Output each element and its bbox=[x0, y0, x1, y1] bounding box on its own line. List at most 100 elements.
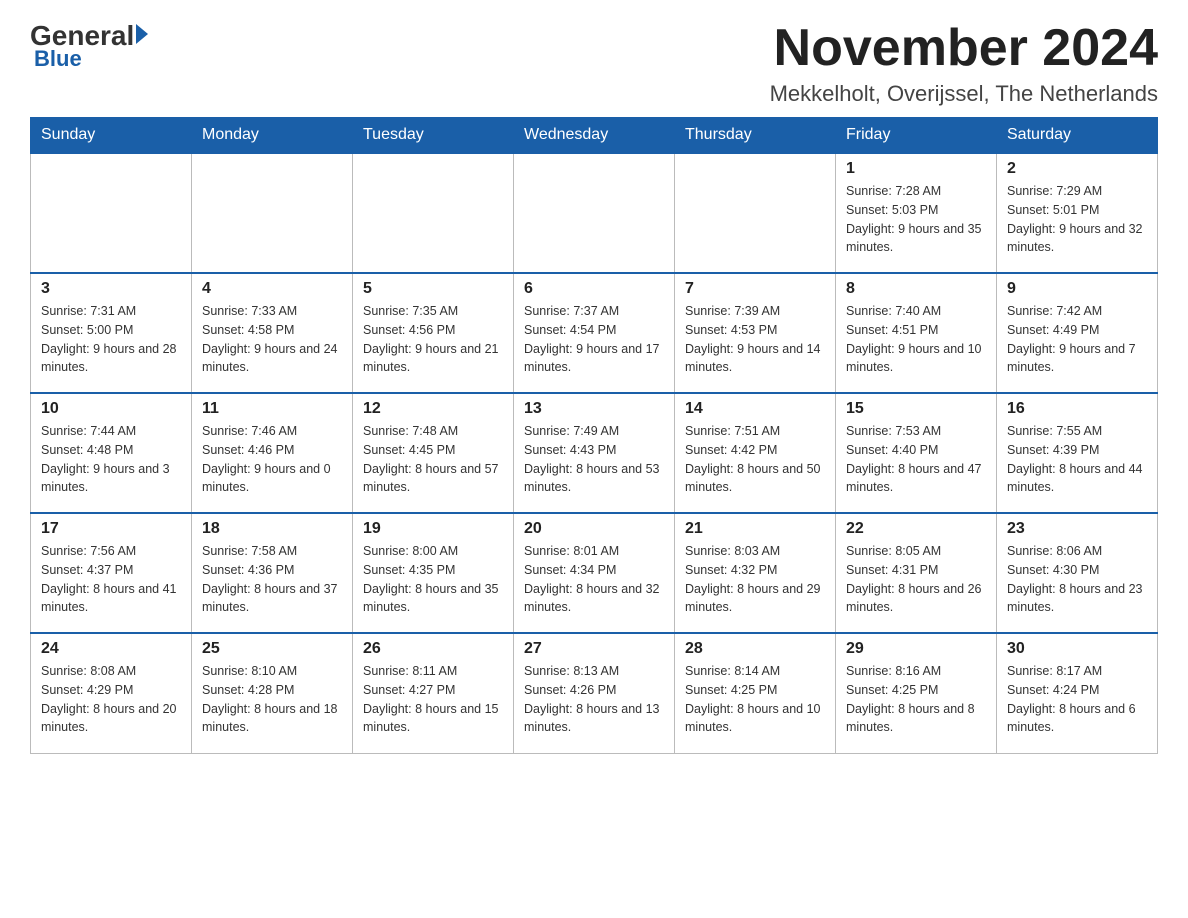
day-number: 1 bbox=[846, 160, 986, 178]
day-number: 7 bbox=[685, 280, 825, 298]
day-info: Sunrise: 8:10 AMSunset: 4:28 PMDaylight:… bbox=[202, 662, 342, 737]
calendar-cell: 15Sunrise: 7:53 AMSunset: 4:40 PMDayligh… bbox=[836, 393, 997, 513]
day-info: Sunrise: 7:49 AMSunset: 4:43 PMDaylight:… bbox=[524, 422, 664, 497]
day-info: Sunrise: 8:05 AMSunset: 4:31 PMDaylight:… bbox=[846, 542, 986, 617]
day-number: 10 bbox=[41, 400, 181, 418]
day-number: 8 bbox=[846, 280, 986, 298]
day-number: 25 bbox=[202, 640, 342, 658]
calendar-cell: 23 Sunrise: 8:06 AMSunset: 4:30 PMDayligh… bbox=[997, 513, 1158, 633]
day-info: Sunrise: 7:44 AMSunset: 4:48 PMDaylight:… bbox=[41, 422, 181, 497]
day-info: Sunrise: 8:03 AMSunset: 4:32 PMDaylight:… bbox=[685, 542, 825, 617]
day-info: Sunrise: 8:00 AMSunset: 4:35 PMDaylight:… bbox=[363, 542, 503, 617]
weekday-header-sunday: Sunday bbox=[31, 118, 192, 154]
day-info: Sunrise: 8:08 AMSunset: 4:29 PMDaylight:… bbox=[41, 662, 181, 737]
calendar-cell: 5 Sunrise: 7:35 AMSunset: 4:56 PMDaylight… bbox=[353, 273, 514, 393]
calendar-week-5: 24 Sunrise: 8:08 AMSunset: 4:29 PMDayligh… bbox=[31, 633, 1158, 753]
calendar-cell: 30 Sunrise: 8:17 AMSunset: 4:24 PMDayligh… bbox=[997, 633, 1158, 753]
logo: General Blue bbox=[30, 20, 148, 72]
day-number: 30 bbox=[1007, 640, 1147, 658]
day-info: Sunrise: 7:33 AMSunset: 4:58 PMDaylight:… bbox=[202, 302, 342, 377]
day-info: Sunrise: 7:46 AMSunset: 4:46 PMDaylight:… bbox=[202, 422, 342, 497]
calendar-cell: 27 Sunrise: 8:13 AMSunset: 4:26 PMDayligh… bbox=[514, 633, 675, 753]
calendar-cell: 20Sunrise: 8:01 AMSunset: 4:34 PMDayligh… bbox=[514, 513, 675, 633]
calendar-cell: 24 Sunrise: 8:08 AMSunset: 4:29 PMDayligh… bbox=[31, 633, 192, 753]
calendar-cell bbox=[192, 153, 353, 273]
day-number: 26 bbox=[363, 640, 503, 658]
weekday-header-friday: Friday bbox=[836, 118, 997, 154]
calendar-cell: 14Sunrise: 7:51 AMSunset: 4:42 PMDayligh… bbox=[675, 393, 836, 513]
calendar-week-3: 10 Sunrise: 7:44 AMSunset: 4:48 PMDayligh… bbox=[31, 393, 1158, 513]
weekday-header-monday: Monday bbox=[192, 118, 353, 154]
calendar-cell bbox=[675, 153, 836, 273]
day-number: 3 bbox=[41, 280, 181, 298]
day-info: Sunrise: 7:58 AMSunset: 4:36 PMDaylight:… bbox=[202, 542, 342, 617]
day-info: Sunrise: 8:13 AMSunset: 4:26 PMDaylight:… bbox=[524, 662, 664, 737]
day-number: 17 bbox=[41, 520, 181, 538]
day-number: 9 bbox=[1007, 280, 1147, 298]
day-number: 18 bbox=[202, 520, 342, 538]
calendar-week-2: 3 Sunrise: 7:31 AMSunset: 5:00 PMDaylight… bbox=[31, 273, 1158, 393]
day-info: Sunrise: 7:31 AMSunset: 5:00 PMDaylight:… bbox=[41, 302, 181, 377]
day-info: Sunrise: 8:06 AMSunset: 4:30 PMDaylight:… bbox=[1007, 542, 1147, 617]
calendar-cell bbox=[31, 153, 192, 273]
calendar-cell: 17 Sunrise: 7:56 AMSunset: 4:37 PMDayligh… bbox=[31, 513, 192, 633]
calendar-cell: 26 Sunrise: 8:11 AMSunset: 4:27 PMDayligh… bbox=[353, 633, 514, 753]
day-info: Sunrise: 8:11 AMSunset: 4:27 PMDaylight:… bbox=[363, 662, 503, 737]
calendar-cell: 13 Sunrise: 7:49 AMSunset: 4:43 PMDayligh… bbox=[514, 393, 675, 513]
day-info: Sunrise: 8:17 AMSunset: 4:24 PMDaylight:… bbox=[1007, 662, 1147, 737]
calendar-cell: 29 Sunrise: 8:16 AMSunset: 4:25 PMDayligh… bbox=[836, 633, 997, 753]
day-number: 4 bbox=[202, 280, 342, 298]
page-header: General Blue November 2024 Mekkelholt, O… bbox=[30, 20, 1158, 107]
weekday-header-row: SundayMondayTuesdayWednesdayThursdayFrid… bbox=[31, 118, 1158, 154]
day-info: Sunrise: 8:14 AMSunset: 4:25 PMDaylight:… bbox=[685, 662, 825, 737]
calendar-cell: 22 Sunrise: 8:05 AMSunset: 4:31 PMDayligh… bbox=[836, 513, 997, 633]
calendar-cell: 11 Sunrise: 7:46 AMSunset: 4:46 PMDayligh… bbox=[192, 393, 353, 513]
day-number: 2 bbox=[1007, 160, 1147, 178]
day-info: Sunrise: 7:39 AMSunset: 4:53 PMDaylight:… bbox=[685, 302, 825, 377]
day-number: 22 bbox=[846, 520, 986, 538]
calendar-week-4: 17 Sunrise: 7:56 AMSunset: 4:37 PMDayligh… bbox=[31, 513, 1158, 633]
weekday-header-wednesday: Wednesday bbox=[514, 118, 675, 154]
day-number: 13 bbox=[524, 400, 664, 418]
day-info: Sunrise: 7:56 AMSunset: 4:37 PMDaylight:… bbox=[41, 542, 181, 617]
calendar-cell: 10 Sunrise: 7:44 AMSunset: 4:48 PMDayligh… bbox=[31, 393, 192, 513]
location-title: Mekkelholt, Overijssel, The Netherlands bbox=[770, 81, 1158, 107]
day-info: Sunrise: 7:29 AMSunset: 5:01 PMDaylight:… bbox=[1007, 182, 1147, 257]
day-info: Sunrise: 7:48 AMSunset: 4:45 PMDaylight:… bbox=[363, 422, 503, 497]
title-area: November 2024 Mekkelholt, Overijssel, Th… bbox=[770, 20, 1158, 107]
calendar-cell: 16 Sunrise: 7:55 AMSunset: 4:39 PMDayligh… bbox=[997, 393, 1158, 513]
calendar-table: SundayMondayTuesdayWednesdayThursdayFrid… bbox=[30, 117, 1158, 754]
calendar-cell: 8 Sunrise: 7:40 AMSunset: 4:51 PMDaylight… bbox=[836, 273, 997, 393]
day-info: Sunrise: 7:55 AMSunset: 4:39 PMDaylight:… bbox=[1007, 422, 1147, 497]
weekday-header-tuesday: Tuesday bbox=[353, 118, 514, 154]
calendar-cell: 2 Sunrise: 7:29 AMSunset: 5:01 PMDaylight… bbox=[997, 153, 1158, 273]
calendar-cell: 7 Sunrise: 7:39 AMSunset: 4:53 PMDaylight… bbox=[675, 273, 836, 393]
logo-blue-text: Blue bbox=[34, 46, 82, 72]
day-info: Sunrise: 8:16 AMSunset: 4:25 PMDaylight:… bbox=[846, 662, 986, 737]
calendar-cell: 18 Sunrise: 7:58 AMSunset: 4:36 PMDayligh… bbox=[192, 513, 353, 633]
day-number: 27 bbox=[524, 640, 664, 658]
day-number: 24 bbox=[41, 640, 181, 658]
weekday-header-saturday: Saturday bbox=[997, 118, 1158, 154]
day-info: Sunrise: 7:42 AMSunset: 4:49 PMDaylight:… bbox=[1007, 302, 1147, 377]
day-number: 12 bbox=[363, 400, 503, 418]
month-title: November 2024 bbox=[770, 20, 1158, 77]
day-info: Sunrise: 7:51 AMSunset: 4:42 PMDaylight:… bbox=[685, 422, 825, 497]
day-number: 21 bbox=[685, 520, 825, 538]
calendar-cell: 25 Sunrise: 8:10 AMSunset: 4:28 PMDayligh… bbox=[192, 633, 353, 753]
day-number: 11 bbox=[202, 400, 342, 418]
day-number: 16 bbox=[1007, 400, 1147, 418]
day-number: 6 bbox=[524, 280, 664, 298]
day-info: Sunrise: 7:35 AMSunset: 4:56 PMDaylight:… bbox=[363, 302, 503, 377]
calendar-cell: 4 Sunrise: 7:33 AMSunset: 4:58 PMDaylight… bbox=[192, 273, 353, 393]
day-number: 5 bbox=[363, 280, 503, 298]
day-info: Sunrise: 7:40 AMSunset: 4:51 PMDaylight:… bbox=[846, 302, 986, 377]
day-info: Sunrise: 7:28 AMSunset: 5:03 PMDaylight:… bbox=[846, 182, 986, 257]
day-number: 23 bbox=[1007, 520, 1147, 538]
day-number: 19 bbox=[363, 520, 503, 538]
day-info: Sunrise: 7:37 AMSunset: 4:54 PMDaylight:… bbox=[524, 302, 664, 377]
day-info: Sunrise: 8:01 AMSunset: 4:34 PMDaylight:… bbox=[524, 542, 664, 617]
day-number: 29 bbox=[846, 640, 986, 658]
calendar-week-1: 1 Sunrise: 7:28 AMSunset: 5:03 PMDaylight… bbox=[31, 153, 1158, 273]
calendar-cell bbox=[514, 153, 675, 273]
